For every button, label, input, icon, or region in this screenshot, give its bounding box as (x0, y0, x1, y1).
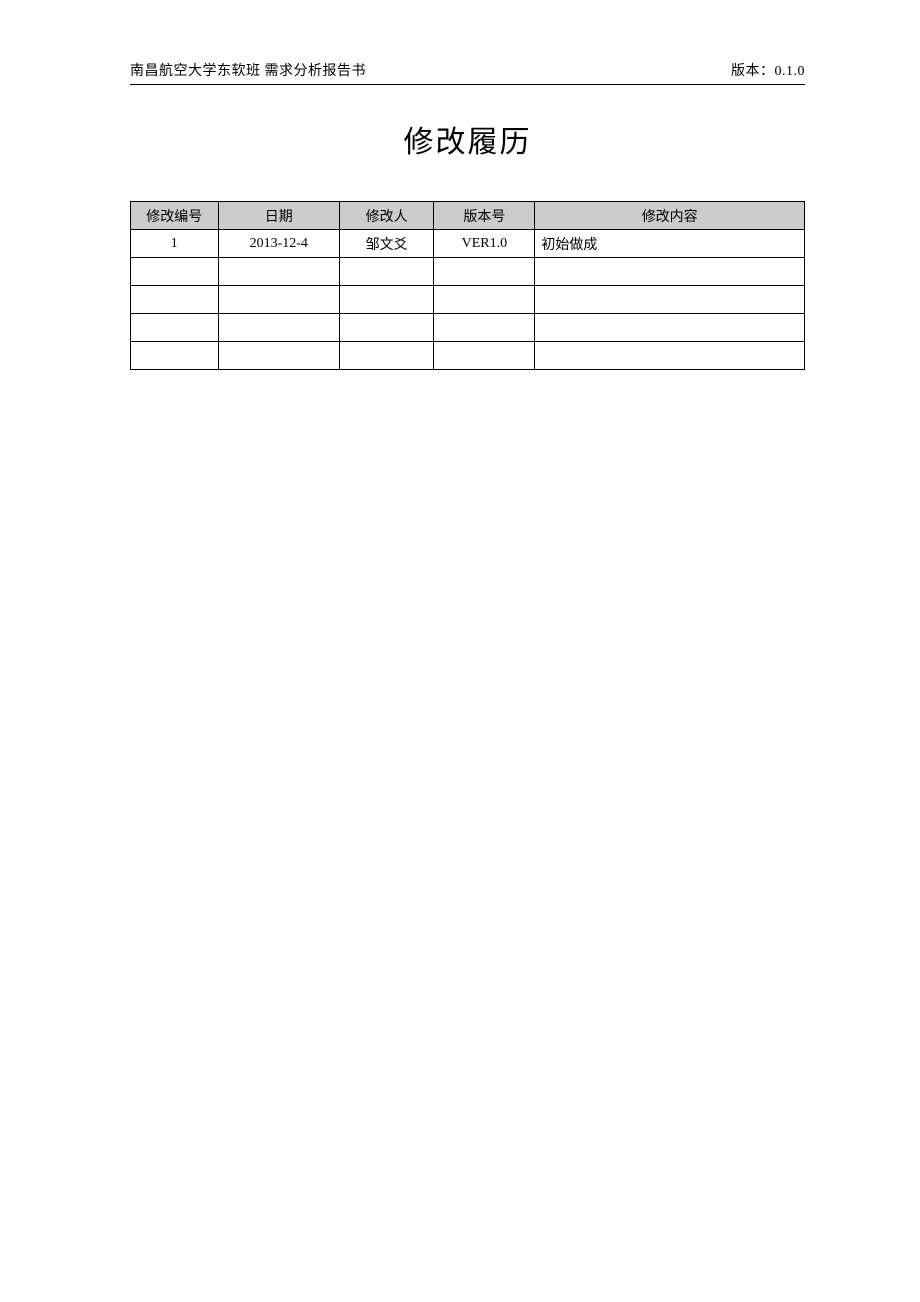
cell-id (131, 342, 219, 370)
col-header-date: 日期 (218, 202, 339, 230)
col-header-version: 版本号 (434, 202, 535, 230)
cell-id (131, 314, 219, 342)
col-header-author: 修改人 (339, 202, 433, 230)
col-header-content: 修改内容 (535, 202, 805, 230)
cell-content (535, 258, 805, 286)
table-row (131, 342, 805, 370)
cell-content (535, 286, 805, 314)
cell-author (339, 258, 433, 286)
col-header-id: 修改编号 (131, 202, 219, 230)
cell-id (131, 286, 219, 314)
cell-content (535, 342, 805, 370)
page-header: 南昌航空大学东软班 需求分析报告书 版本：0.1.0 (130, 60, 805, 85)
table-row: 1 2013-12-4 邹文爻 VER1.0 初始做成 (131, 230, 805, 258)
header-version-text: 版本：0.1.0 (731, 60, 805, 80)
cell-id (131, 258, 219, 286)
cell-id: 1 (131, 230, 219, 258)
cell-version: VER1.0 (434, 230, 535, 258)
cell-date (218, 314, 339, 342)
table-row (131, 258, 805, 286)
cell-date (218, 342, 339, 370)
header-left-text: 南昌航空大学东软班 需求分析报告书 (130, 60, 366, 80)
cell-date (218, 258, 339, 286)
cell-author: 邹文爻 (339, 230, 433, 258)
table-row (131, 314, 805, 342)
page-title: 修改履历 (130, 117, 805, 161)
cell-author (339, 314, 433, 342)
cell-content (535, 314, 805, 342)
cell-version (434, 314, 535, 342)
cell-version (434, 258, 535, 286)
table-header-row: 修改编号 日期 修改人 版本号 修改内容 (131, 202, 805, 230)
cell-author (339, 286, 433, 314)
cell-version (434, 342, 535, 370)
document-page: 南昌航空大学东软班 需求分析报告书 版本：0.1.0 修改履历 修改编号 日期 … (0, 0, 920, 430)
revision-history-table: 修改编号 日期 修改人 版本号 修改内容 1 2013-12-4 邹文爻 VER… (130, 201, 805, 370)
cell-date: 2013-12-4 (218, 230, 339, 258)
cell-version (434, 286, 535, 314)
cell-author (339, 342, 433, 370)
cell-content: 初始做成 (535, 230, 805, 258)
table-row (131, 286, 805, 314)
cell-date (218, 286, 339, 314)
